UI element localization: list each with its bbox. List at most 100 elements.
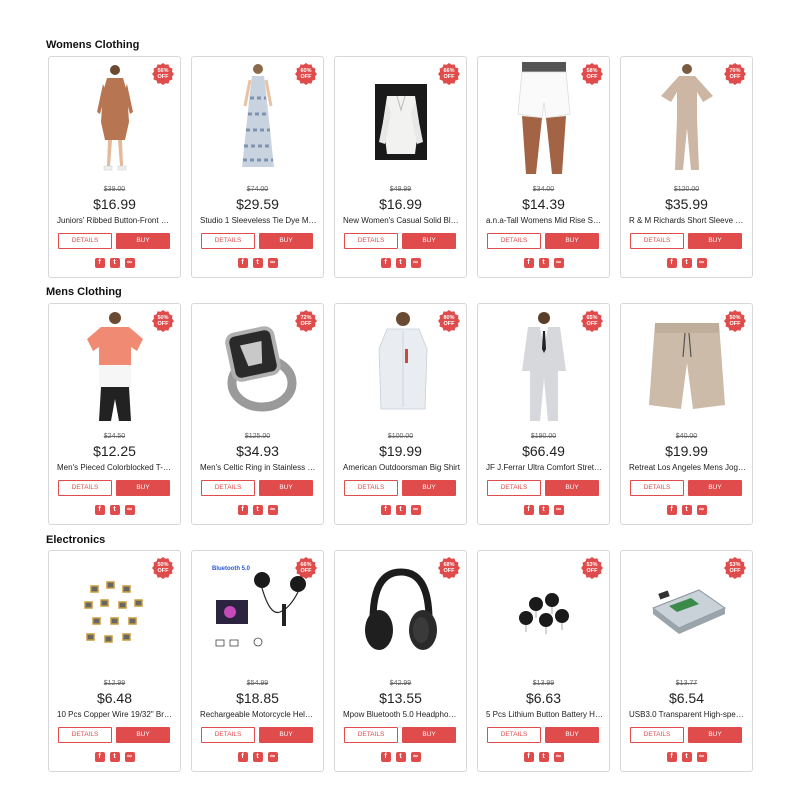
product-image-battery-holders[interactable]: [496, 556, 592, 671]
product-card[interactable]: 66% OFF Bluetooth 5.0 $54.99 $18.85 Recha…: [191, 550, 324, 772]
product-image-tshirt[interactable]: [67, 309, 163, 424]
product-card[interactable]: 53% OFF $13.99 $6.63 5 Pcs Lithium Button…: [477, 550, 610, 772]
product-name[interactable]: Studio 1 Sleeveless Tie Dye Maxi Dress: [200, 216, 317, 225]
link-icon[interactable]: ∞: [696, 752, 707, 762]
buy-button[interactable]: BUY: [116, 233, 170, 249]
facebook-icon[interactable]: f: [94, 505, 105, 515]
product-card[interactable]: 50% OFF $24.50 $12.25 Men's Pieced Colorb…: [48, 303, 181, 525]
facebook-icon[interactable]: f: [666, 752, 677, 762]
twitter-icon[interactable]: t: [252, 752, 263, 762]
twitter-icon[interactable]: t: [538, 505, 549, 515]
product-name[interactable]: a.n.a-Tall Womens Mid Rise Shorts: [486, 216, 603, 225]
link-icon[interactable]: ∞: [696, 505, 707, 515]
product-name[interactable]: New Women's Casual Solid Blouse: [343, 216, 460, 225]
link-icon[interactable]: ∞: [410, 505, 421, 515]
product-image-headset[interactable]: Bluetooth 5.0: [210, 556, 306, 671]
product-card[interactable]: 58% OFF $34.00 $14.39 a.n.a-Tall Womens M…: [477, 56, 610, 278]
twitter-icon[interactable]: t: [395, 258, 406, 268]
product-image-dress[interactable]: [67, 62, 163, 177]
product-image-ring[interactable]: [210, 309, 306, 424]
link-icon[interactable]: ∞: [124, 752, 135, 762]
facebook-icon[interactable]: f: [523, 505, 534, 515]
link-icon[interactable]: ∞: [553, 505, 564, 515]
facebook-icon[interactable]: f: [380, 258, 391, 268]
twitter-icon[interactable]: t: [681, 258, 692, 268]
product-card[interactable]: 53% OFF $13.77 $6.54 USB3.0 Transparent H…: [620, 550, 753, 772]
link-icon[interactable]: ∞: [267, 258, 278, 268]
product-image-headphones[interactable]: [353, 556, 449, 671]
twitter-icon[interactable]: t: [538, 752, 549, 762]
link-icon[interactable]: ∞: [267, 505, 278, 515]
product-image-mens-shorts[interactable]: [639, 309, 735, 424]
facebook-icon[interactable]: f: [666, 258, 677, 268]
facebook-icon[interactable]: f: [237, 752, 248, 762]
buy-button[interactable]: BUY: [116, 480, 170, 496]
twitter-icon[interactable]: t: [538, 258, 549, 268]
details-button[interactable]: DETAILS: [630, 480, 684, 496]
link-icon[interactable]: ∞: [410, 258, 421, 268]
twitter-icon[interactable]: t: [681, 752, 692, 762]
product-card[interactable]: 50% OFF $40.00 $19.99 Retreat Los Angeles…: [620, 303, 753, 525]
product-image-blouse[interactable]: [353, 62, 449, 177]
details-button[interactable]: DETAILS: [630, 727, 684, 743]
details-button[interactable]: DETAILS: [58, 727, 112, 743]
buy-button[interactable]: BUY: [116, 727, 170, 743]
details-button[interactable]: DETAILS: [487, 480, 541, 496]
link-icon[interactable]: ∞: [553, 258, 564, 268]
product-name[interactable]: Rechargeable Motorcycle Helmet Headset: [200, 710, 317, 719]
product-card[interactable]: 65% OFF $190.00 $66.49 JF J.Ferrar Ultra …: [477, 303, 610, 525]
buy-button[interactable]: BUY: [259, 480, 313, 496]
product-name[interactable]: Juniors' Ribbed Button-Front Sweater Dre…: [57, 216, 174, 225]
facebook-icon[interactable]: f: [523, 752, 534, 762]
details-button[interactable]: DETAILS: [630, 233, 684, 249]
product-card[interactable]: 70% OFF $120.00 $35.99 R & M Richards Sho…: [620, 56, 753, 278]
buy-button[interactable]: BUY: [688, 233, 742, 249]
link-icon[interactable]: ∞: [124, 505, 135, 515]
details-button[interactable]: DETAILS: [58, 233, 112, 249]
details-button[interactable]: DETAILS: [344, 727, 398, 743]
details-button[interactable]: DETAILS: [58, 480, 112, 496]
details-button[interactable]: DETAILS: [201, 480, 255, 496]
facebook-icon[interactable]: f: [94, 752, 105, 762]
facebook-icon[interactable]: f: [237, 505, 248, 515]
twitter-icon[interactable]: t: [252, 258, 263, 268]
buy-button[interactable]: BUY: [688, 480, 742, 496]
product-image-maxi-dress[interactable]: [210, 62, 306, 177]
facebook-icon[interactable]: f: [94, 258, 105, 268]
twitter-icon[interactable]: t: [109, 258, 120, 268]
details-button[interactable]: DETAILS: [201, 727, 255, 743]
details-button[interactable]: DETAILS: [487, 233, 541, 249]
product-image-shorts[interactable]: [496, 62, 592, 177]
link-icon[interactable]: ∞: [124, 258, 135, 268]
product-name[interactable]: Mpow Bluetooth 5.0 Headphones: [343, 710, 460, 719]
product-name[interactable]: R & M Richards Short Sleeve Pant Set: [629, 216, 746, 225]
buy-button[interactable]: BUY: [259, 233, 313, 249]
details-button[interactable]: DETAILS: [344, 480, 398, 496]
facebook-icon[interactable]: f: [237, 258, 248, 268]
buy-button[interactable]: BUY: [402, 480, 456, 496]
buy-button[interactable]: BUY: [402, 233, 456, 249]
twitter-icon[interactable]: t: [395, 752, 406, 762]
twitter-icon[interactable]: t: [681, 505, 692, 515]
details-button[interactable]: DETAILS: [487, 727, 541, 743]
twitter-icon[interactable]: t: [252, 505, 263, 515]
details-button[interactable]: DETAILS: [201, 233, 255, 249]
link-icon[interactable]: ∞: [696, 258, 707, 268]
product-name[interactable]: Men's Pieced Colorblocked T-Shirt: [57, 463, 174, 472]
product-card[interactable]: 80% OFF $100.00 $19.99 American Outdoorsm…: [334, 303, 467, 525]
link-icon[interactable]: ∞: [267, 752, 278, 762]
product-image-pant-set[interactable]: [639, 62, 735, 177]
product-name[interactable]: 10 Pcs Copper Wire 19/32" Brushes: [57, 710, 174, 719]
buy-button[interactable]: BUY: [545, 480, 599, 496]
product-image-brushes[interactable]: [67, 556, 163, 671]
product-name[interactable]: 5 Pcs Lithium Button Battery Holders: [486, 710, 603, 719]
product-image-suit[interactable]: [496, 309, 592, 424]
facebook-icon[interactable]: f: [523, 258, 534, 268]
product-card[interactable]: 66% OFF $49.99 $16.99 New Women's Casual …: [334, 56, 467, 278]
product-name[interactable]: USB3.0 Transparent High-speed Enclosure: [629, 710, 746, 719]
product-name[interactable]: JF J.Ferrar Ultra Comfort Stretch Suit: [486, 463, 603, 472]
product-card[interactable]: 56% OFF $39.00 $16.99 Juniors' Ribbed But…: [48, 56, 181, 278]
twitter-icon[interactable]: t: [109, 752, 120, 762]
twitter-icon[interactable]: t: [395, 505, 406, 515]
product-image-enclosure[interactable]: [639, 556, 735, 671]
